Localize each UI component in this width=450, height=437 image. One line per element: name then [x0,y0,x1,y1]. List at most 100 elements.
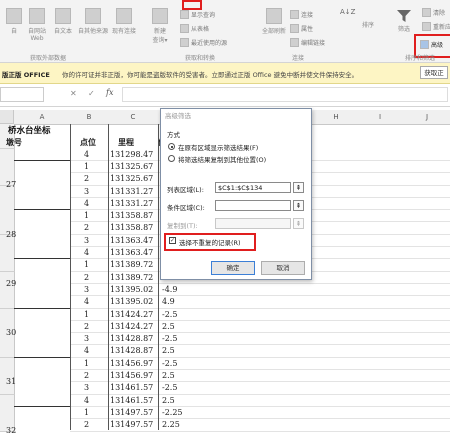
from-text-button[interactable]: 自文本 [54,8,72,35]
select-all-corner[interactable] [0,110,14,124]
edit-links-button[interactable]: 编辑链接 [290,38,325,47]
table-cell[interactable]: 131389.72 [110,259,153,271]
table-cell[interactable]: 1 [84,161,89,173]
table-cell[interactable]: -4.9 [162,284,177,296]
row-header[interactable] [0,308,15,322]
show-query-button[interactable]: 显示查询 [180,10,215,19]
row-header[interactable] [0,345,15,359]
table-cell[interactable]: 131358.87 [110,222,153,234]
existing-connections-button[interactable]: 现有连接 [112,8,136,35]
table-cell[interactable]: 1 [84,358,89,370]
header-cell[interactable]: 点位 [80,136,96,148]
table-cell[interactable]: 131497.57 [110,419,153,431]
get-genuine-button[interactable]: 获取正 [420,66,448,79]
table-cell[interactable]: 131461.57 [110,395,153,407]
table-cell[interactable]: 4.9 [162,296,175,308]
filter-button[interactable]: 筛选 [396,8,412,33]
radio-copy-to[interactable] [168,155,175,162]
table-cell[interactable]: 131497.57 [110,407,153,419]
pier-number-cell[interactable]: 30 [6,327,16,339]
table-cell[interactable]: 131461.57 [110,382,153,394]
table-cell[interactable]: 4 [84,149,89,161]
table-cell[interactable]: 2.5 [162,321,175,333]
table-cell[interactable]: 131424.27 [110,309,153,321]
new-query-button[interactable]: 新建 查询▾ [152,8,168,44]
table-cell[interactable]: 4 [84,296,89,308]
sort-button[interactable]: 排序 [362,20,374,29]
table-cell[interactable]: 131298.47 [110,149,153,161]
cancel-icon[interactable]: ✕ [70,89,77,98]
clear-button[interactable]: 清除 [422,8,445,17]
table-cell[interactable]: 131456.97 [110,358,153,370]
table-cell[interactable]: 131428.87 [110,333,153,345]
connections-button[interactable]: 连接 [290,10,313,19]
table-cell[interactable]: 2.5 [162,370,175,382]
row-header[interactable] [0,247,15,260]
from-access-button[interactable]: 自 [6,8,22,35]
table-cell[interactable]: 4 [84,198,89,210]
from-table-button[interactable]: 从表格 [180,24,209,33]
table-cell[interactable]: 131456.97 [110,370,153,382]
table-cell[interactable]: 131428.87 [110,345,153,357]
option-in-place-label[interactable]: 在原有区域显示筛选结果(F) [178,142,258,152]
row-header[interactable] [0,394,15,408]
table-cell[interactable]: 131358.87 [110,210,153,222]
confirm-icon[interactable]: ✓ [88,89,95,98]
table-cell[interactable]: -2.5 [162,309,177,321]
table-cell[interactable]: 131331.27 [110,198,153,210]
row-header[interactable] [0,357,15,371]
table-cell[interactable]: -2.5 [162,358,177,370]
table-cell[interactable]: -2.5 [162,382,177,394]
refresh-all-button[interactable]: 全部刷新 [262,8,286,35]
formula-input[interactable] [122,87,448,102]
table-cell[interactable]: 4 [84,395,89,407]
pier-number-cell[interactable]: 28 [6,229,16,241]
header-cell[interactable]: 里程 [118,136,134,148]
properties-button[interactable]: 属性 [290,24,313,33]
table-cell[interactable]: 1 [84,210,89,222]
table-cell[interactable]: 2 [84,272,89,284]
table-cell[interactable]: 4 [84,247,89,259]
pier-number-cell[interactable]: 32 [6,425,16,437]
column-header[interactable]: J [404,110,450,125]
unique-records-checkbox[interactable]: ✓ [169,237,176,244]
table-cell[interactable]: 3 [84,235,89,247]
from-web-button[interactable]: 自网站 Web [28,8,46,42]
row-header[interactable] [0,197,15,211]
table-cell[interactable]: 131424.27 [110,321,153,333]
header-cell[interactable]: 墩号 [6,136,22,148]
table-cell[interactable]: 131389.72 [110,272,153,284]
table-cell[interactable]: 2 [84,173,89,185]
table-title-cell[interactable]: 桥水台坐标 [8,124,51,136]
table-cell[interactable]: 131325.67 [110,161,153,173]
table-cell[interactable]: 3 [84,186,89,198]
column-header[interactable]: A [14,110,71,125]
row-header[interactable] [0,210,15,224]
table-cell[interactable]: 1 [84,407,89,419]
collapse-dialog-icon[interactable]: ⇞ [293,200,304,211]
ok-button[interactable]: 确定 [211,261,255,275]
table-cell[interactable]: 2 [84,222,89,234]
table-cell[interactable]: 131331.27 [110,186,153,198]
column-header[interactable]: I [356,110,405,125]
table-cell[interactable]: 131325.67 [110,173,153,185]
row-header[interactable] [0,259,15,273]
pier-number-cell[interactable]: 27 [6,179,16,191]
column-header[interactable]: H [316,110,357,125]
table-cell[interactable]: -2.25 [162,407,183,419]
table-cell[interactable]: 131395.02 [110,284,153,296]
row-header[interactable] [0,406,15,420]
table-cell[interactable]: 131363.47 [110,247,153,259]
row-header[interactable] [0,296,15,310]
name-box[interactable] [0,87,44,102]
reapply-button[interactable]: 重新应用 [422,22,450,31]
collapse-dialog-icon[interactable]: ⇞ [293,218,304,229]
table-cell[interactable]: 2.25 [162,419,180,431]
from-other-sources-button[interactable]: 自其他来源 [78,8,108,35]
table-cell[interactable]: 131363.47 [110,235,153,247]
table-cell[interactable]: 2 [84,370,89,382]
recent-sources-button[interactable]: 最近使用的源 [180,38,227,47]
table-cell[interactable]: -2.5 [162,333,177,345]
table-cell[interactable]: 2 [84,321,89,333]
unique-records-label[interactable]: 选择不重复的记录(R) [179,237,241,247]
